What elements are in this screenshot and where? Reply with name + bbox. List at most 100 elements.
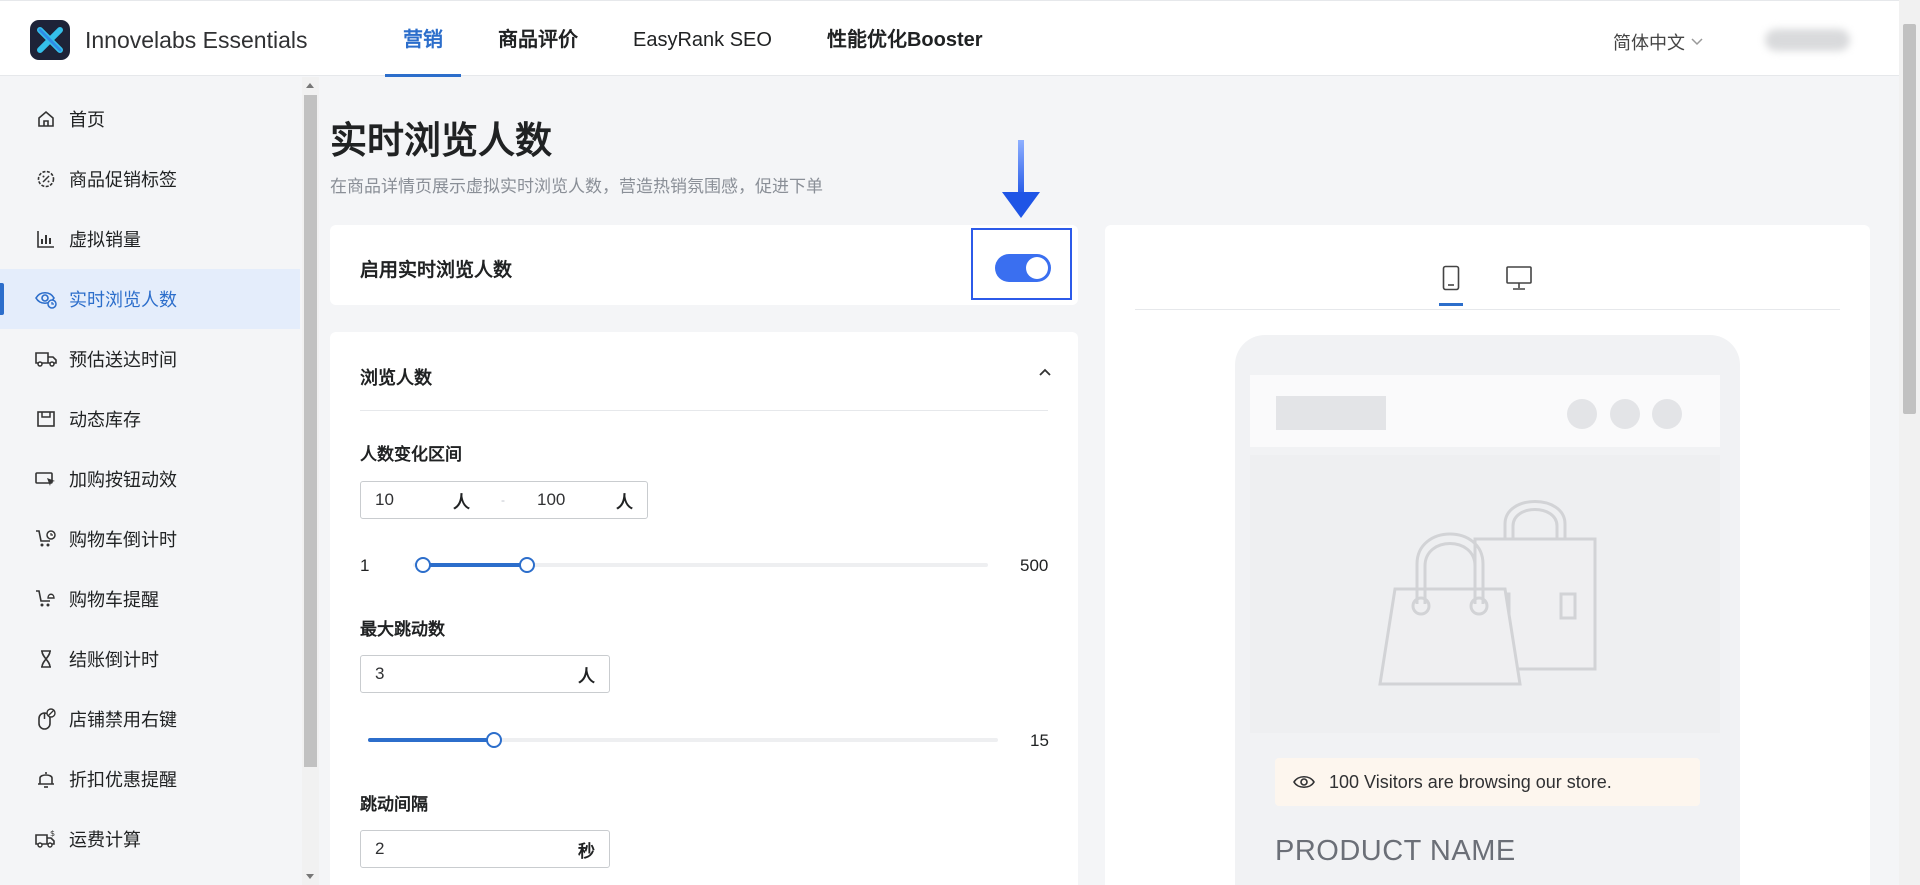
sidebar-item-label: 实时浏览人数	[69, 290, 177, 310]
eye-icon	[1293, 775, 1315, 789]
visitors-text: 100 Visitors are browsing our store.	[1329, 771, 1612, 792]
interval-value: 2	[375, 839, 385, 858]
slider-knob-high[interactable]	[519, 557, 536, 573]
eye-icon	[35, 288, 57, 310]
range-min-unit: 人	[453, 492, 470, 512]
section-divider	[360, 410, 1048, 411]
sidebar-item-checkout-countdown[interactable]: 结账倒计时	[0, 629, 300, 689]
sidebar-item-label: 结账倒计时	[69, 650, 159, 670]
window-scrollbar[interactable]	[1899, 0, 1920, 885]
nav-easyrank-seo[interactable]: EasyRank SEO	[615, 1, 790, 77]
slider-knob-low[interactable]	[415, 557, 432, 573]
page-subtitle: 在商品详情页展示虚拟实时浏览人数，营造热销氛围感，促进下单	[330, 177, 823, 196]
top-nav: 营销 商品评价 EasyRank SEO 性能优化Booster	[385, 1, 1020, 77]
bell-icon	[35, 768, 57, 790]
nav-reviews[interactable]: 商品评价	[480, 1, 596, 77]
max-jump-slider[interactable]	[368, 730, 998, 750]
slider-knob[interactable]	[486, 732, 502, 748]
preview-card: 100 Visitors are browsing our store. PRO…	[1105, 225, 1870, 885]
max-jump-value: 3	[375, 664, 385, 683]
svg-text:$: $	[50, 829, 55, 838]
badge-icon	[35, 168, 57, 190]
sidebar-scrollbar[interactable]	[302, 77, 319, 885]
sidebar: 首页 商品促销标签 虚拟销量 实时浏览人数 预估送达时间 动态库存 加购按钮动效	[0, 77, 302, 885]
scroll-down-arrow-icon[interactable]	[306, 874, 314, 879]
device-tab-divider	[1135, 309, 1840, 310]
sidebar-item-dynamic-inventory[interactable]: 动态库存	[0, 389, 300, 449]
range-slider-min: 1	[360, 556, 370, 575]
max-jump-unit: 人	[578, 666, 595, 686]
sidebar-item-delivery-time[interactable]: 预估送达时间	[0, 329, 300, 389]
range-max-unit: 人	[616, 492, 633, 512]
shopping-bags-icon	[1378, 500, 1597, 686]
sidebar-item-discount-reminder[interactable]: 折扣优惠提醒	[0, 749, 300, 809]
sidebar-item-cart-countdown[interactable]: 购物车倒计时	[0, 509, 300, 569]
cart-bell-icon	[35, 588, 57, 610]
hourglass-icon	[35, 648, 57, 670]
phone-mockup: 100 Visitors are browsing our store. PRO…	[1235, 335, 1740, 885]
top-bar: Innovelabs Essentials 营销 商品评价 EasyRank S…	[0, 0, 1899, 77]
mock-product-image	[1250, 455, 1720, 733]
cart-clock-icon	[35, 528, 57, 550]
product-name: PRODUCT NAME	[1275, 835, 1516, 867]
max-jump-input[interactable]: 3 人	[360, 655, 610, 693]
max-jump-slider-max: 15	[1030, 731, 1049, 750]
sidebar-item-promo-badge[interactable]: 商品促销标签	[0, 149, 300, 209]
mouse-icon	[35, 708, 57, 730]
window-scrollbar-thumb[interactable]	[1903, 24, 1916, 414]
sidebar-item-label: 预估送达时间	[69, 350, 177, 370]
interval-unit: 秒	[578, 841, 595, 861]
enable-card: 启用实时浏览人数	[330, 225, 1078, 305]
mock-logo-placeholder	[1276, 396, 1386, 430]
language-label: 简体中文	[1613, 33, 1685, 53]
page-title: 实时浏览人数	[330, 120, 552, 161]
cursor-icon	[35, 468, 57, 490]
range-separator: -	[501, 493, 505, 507]
sidebar-item-label: 购物车倒计时	[69, 530, 177, 550]
interval-input[interactable]: 2 秒	[360, 830, 610, 868]
logo-x-icon	[37, 27, 63, 53]
desktop-icon	[1506, 266, 1532, 290]
bar-chart-icon	[35, 228, 57, 250]
app-logo[interactable]	[30, 20, 70, 60]
sidebar-item-label: 动态库存	[69, 410, 141, 430]
sidebar-item-label: 店铺禁用右键	[69, 710, 177, 730]
range-label: 人数变化区间	[360, 445, 462, 464]
range-slider[interactable]	[413, 555, 988, 575]
sidebar-scrollbar-thumb[interactable]	[304, 95, 317, 767]
sidebar-item-label: 购物车提醒	[69, 590, 159, 610]
nav-booster[interactable]: 性能优化Booster	[809, 1, 1001, 77]
chevron-down-icon	[1691, 38, 1703, 46]
sidebar-item-label: 虚拟销量	[69, 230, 141, 250]
sidebar-item-label: 加购按钮动效	[69, 470, 177, 490]
range-max-input[interactable]: 100	[537, 490, 565, 510]
brand-name: Innovelabs Essentials	[85, 27, 308, 53]
arrow-down-icon	[1002, 140, 1040, 218]
range-input-group: 10 人 - 100 人	[360, 481, 648, 519]
chevron-up-icon[interactable]	[1038, 368, 1052, 377]
sidebar-item-live-viewers[interactable]: 实时浏览人数	[0, 269, 300, 329]
sidebar-item-label: 首页	[69, 110, 105, 130]
mobile-icon	[1442, 265, 1460, 291]
inventory-icon	[35, 408, 57, 430]
truck-icon	[35, 348, 57, 370]
sidebar-item-cart-button-effect[interactable]: 加购按钮动效	[0, 449, 300, 509]
enable-label: 启用实时浏览人数	[360, 260, 513, 281]
interval-label: 跳动间隔	[360, 795, 428, 814]
user-account-blurred[interactable]	[1765, 29, 1850, 51]
sidebar-item-cart-reminder[interactable]: 购物车提醒	[0, 569, 300, 629]
language-selector[interactable]: 简体中文	[1613, 29, 1703, 55]
sidebar-item-label: 商品促销标签	[69, 170, 177, 190]
settings-card: 浏览人数 人数变化区间 10 人 - 100 人 1 500 最大跳动数 3 人…	[330, 332, 1078, 885]
section-title: 浏览人数	[360, 368, 432, 388]
tab-mobile[interactable]	[1439, 265, 1463, 306]
sidebar-item-virtual-sales[interactable]: 虚拟销量	[0, 209, 300, 269]
enable-toggle[interactable]	[995, 254, 1051, 282]
tab-desktop[interactable]	[1505, 265, 1533, 296]
sidebar-item-shipping-fee[interactable]: $ 运费计算	[0, 809, 300, 869]
mock-header	[1250, 375, 1720, 447]
scroll-up-arrow-icon[interactable]	[306, 83, 314, 88]
nav-marketing[interactable]: 营销	[385, 1, 461, 77]
sidebar-item-disable-right-click[interactable]: 店铺禁用右键	[0, 689, 300, 749]
sidebar-item-home[interactable]: 首页	[0, 89, 300, 149]
